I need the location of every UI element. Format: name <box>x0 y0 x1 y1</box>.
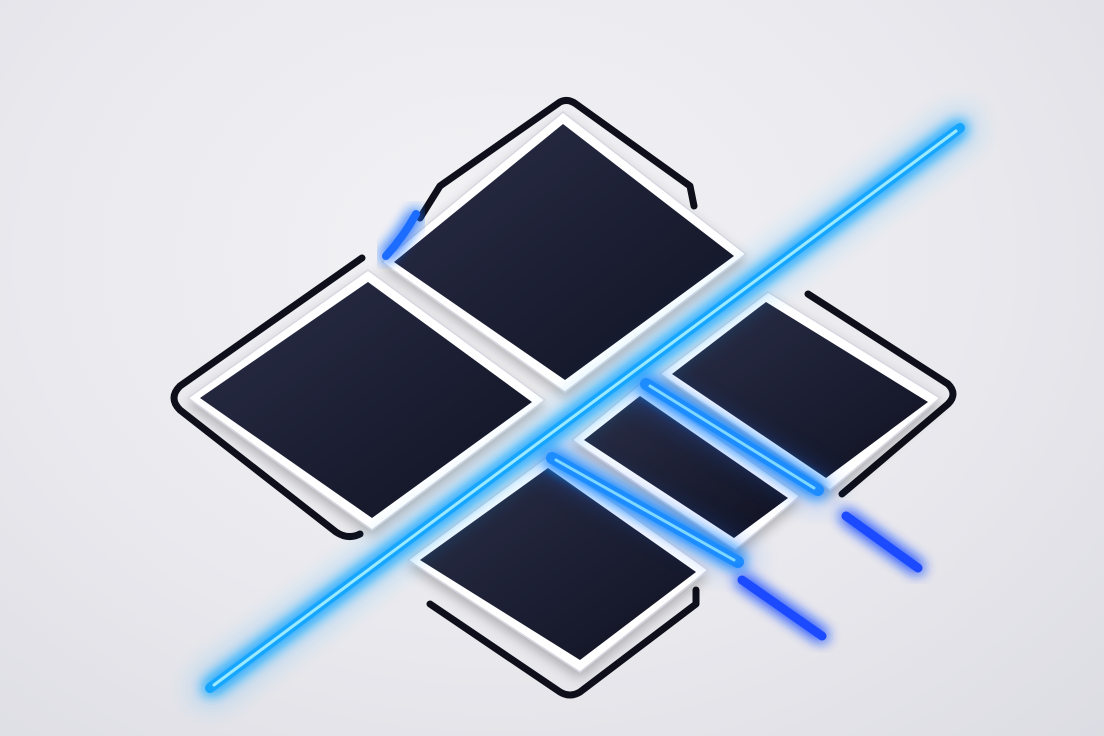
right-blue-dash <box>841 511 923 573</box>
logo-canvas <box>0 0 1104 736</box>
bottom-blue-dash <box>737 575 827 641</box>
isometric-logo-mark <box>170 96 973 701</box>
